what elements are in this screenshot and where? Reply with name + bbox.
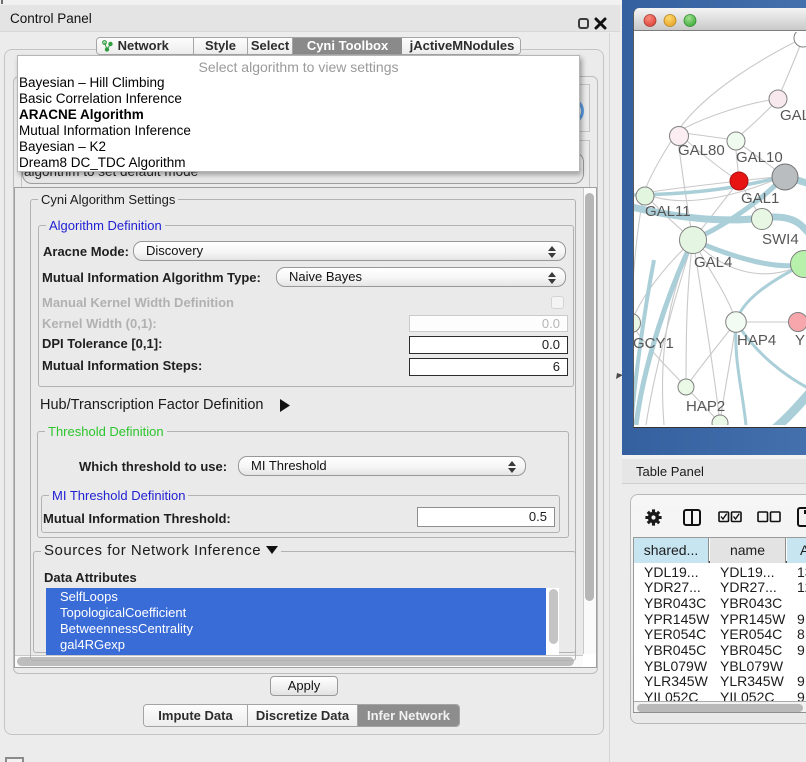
- svg-text:HAP4: HAP4: [737, 332, 776, 349]
- svg-text:GAL1: GAL1: [741, 190, 779, 207]
- svg-text:GAL: GAL: [780, 107, 806, 124]
- svg-text:GAL10: GAL10: [736, 149, 783, 166]
- svg-text:GCY1: GCY1: [634, 335, 674, 352]
- svg-text:GAL80: GAL80: [678, 142, 725, 159]
- svg-text:HAP2: HAP2: [686, 398, 725, 415]
- svg-text:Y: Y: [795, 332, 805, 349]
- svg-text:SWI4: SWI4: [762, 231, 799, 248]
- svg-text:GAL4: GAL4: [694, 254, 732, 271]
- svg-text:GAL11: GAL11: [645, 203, 691, 220]
